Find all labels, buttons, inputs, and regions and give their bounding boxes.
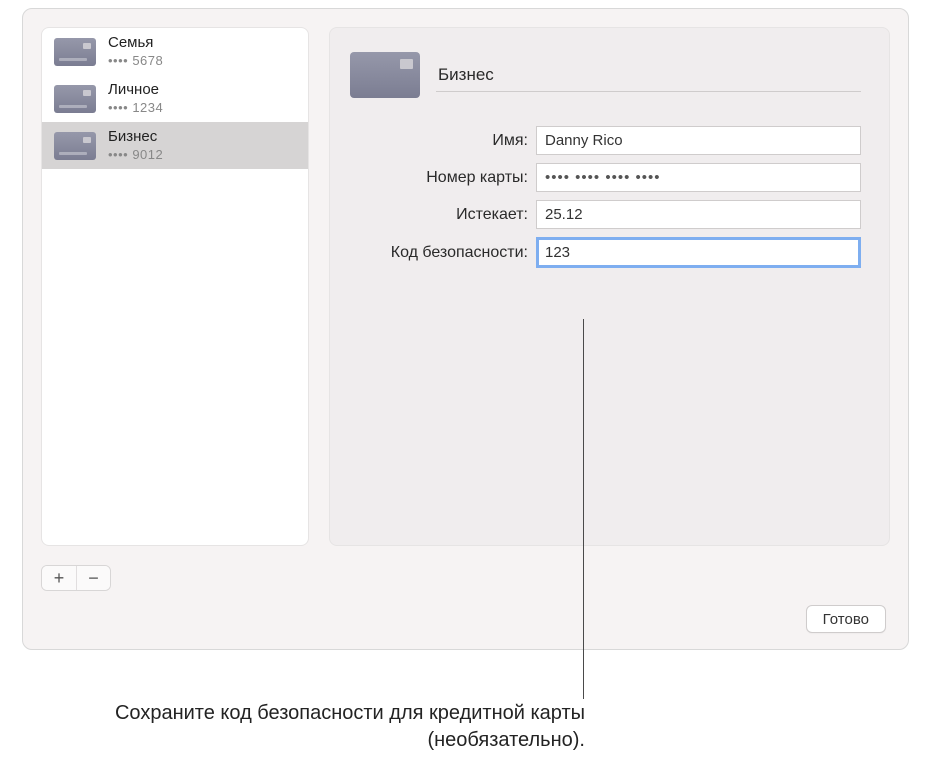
card-last4: •••• 1234 [108, 100, 163, 116]
callout-caption: Сохраните код безопасности для кредитной… [105, 700, 585, 754]
credit-card-icon [54, 132, 96, 160]
card-list-item[interactable]: Личное •••• 1234 [42, 75, 308, 122]
form-row-expires: Истекает: [350, 200, 861, 229]
credit-card-icon-large [350, 52, 420, 98]
card-list-item[interactable]: Семья •••• 5678 [42, 28, 308, 75]
done-button[interactable]: Готово [806, 605, 886, 633]
form-row-number: Номер карты: [350, 163, 861, 192]
form-row-name: Имя: [350, 126, 861, 155]
security-label: Код безопасности: [350, 244, 536, 262]
credit-card-icon [54, 85, 96, 113]
card-detail-panel: Имя: Номер карты: Истекает: Код безопасн… [329, 27, 890, 546]
expiry-input[interactable] [536, 200, 861, 229]
card-list-item-selected[interactable]: Бизнес •••• 9012 [42, 122, 308, 169]
form-row-security: Код безопасности: [350, 237, 861, 268]
detail-header [350, 52, 861, 98]
card-title: Семья [108, 34, 163, 53]
content-area: Семья •••• 5678 Личное •••• 1234 Бизнес … [23, 9, 908, 564]
expires-label: Истекает: [350, 206, 536, 224]
security-code-input[interactable] [536, 237, 861, 268]
card-title: Личное [108, 81, 163, 100]
card-list-sidebar: Семья •••• 5678 Личное •••• 1234 Бизнес … [41, 27, 309, 546]
cardholder-name-input[interactable] [536, 126, 861, 155]
add-card-button[interactable]: + [42, 566, 76, 590]
card-label: Личное •••• 1234 [108, 81, 163, 116]
card-description-input[interactable] [436, 59, 861, 92]
number-label: Номер карты: [350, 169, 536, 187]
card-title: Бизнес [108, 128, 163, 147]
card-label: Бизнес •••• 9012 [108, 128, 163, 163]
list-toolbar: + − [41, 565, 111, 591]
autofill-cards-window: Семья •••• 5678 Личное •••• 1234 Бизнес … [22, 8, 909, 650]
callout-leader-line [583, 319, 584, 699]
credit-card-icon [54, 38, 96, 66]
name-label: Имя: [350, 132, 536, 150]
card-last4: •••• 9012 [108, 147, 163, 163]
card-last4: •••• 5678 [108, 53, 163, 69]
card-label: Семья •••• 5678 [108, 34, 163, 69]
remove-card-button[interactable]: − [76, 566, 110, 590]
card-number-input[interactable] [536, 163, 861, 192]
